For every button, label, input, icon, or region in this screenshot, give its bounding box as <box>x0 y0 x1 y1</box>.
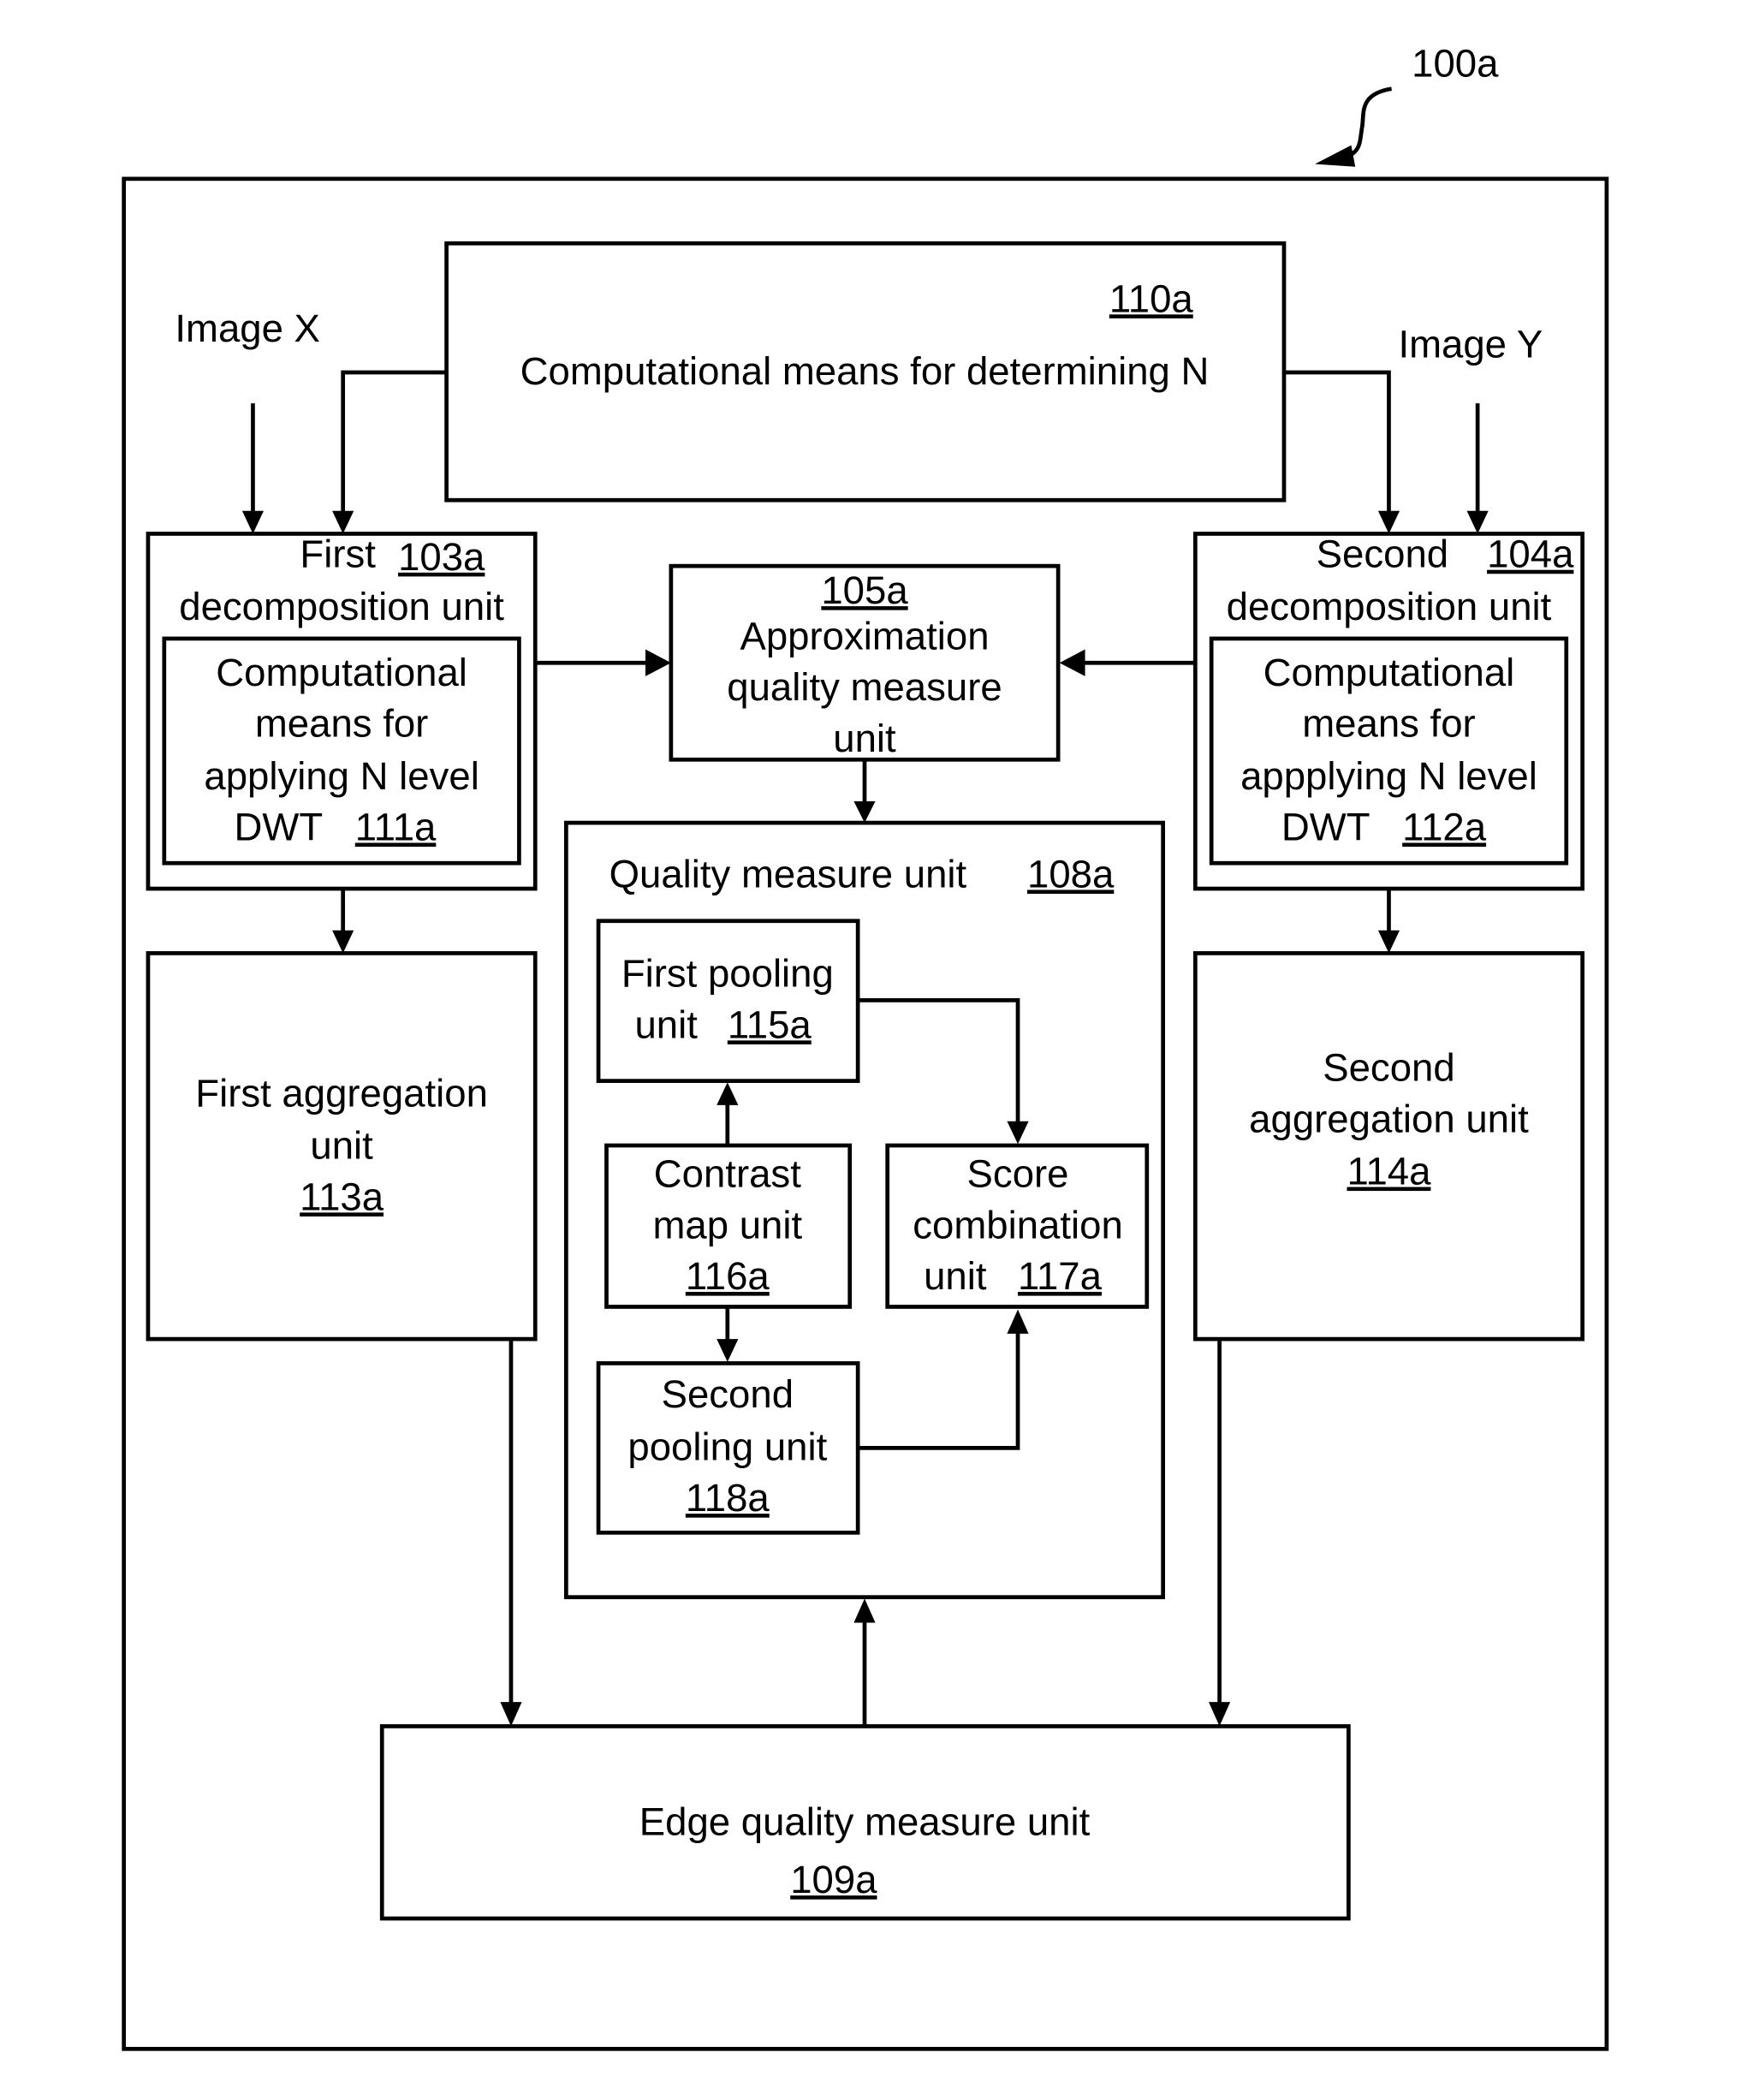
figure-ref-arrowhead <box>1315 145 1356 167</box>
ref-117a: 117a <box>1018 1254 1103 1298</box>
contrast-line2: map unit <box>653 1203 803 1246</box>
image-x-label: Image X <box>175 306 320 350</box>
ref-112a: 112a <box>1402 806 1487 849</box>
first-decomp-line1: First <box>300 532 376 576</box>
block-first-decomposition: First 103a decomposition unit Computatio… <box>146 532 538 891</box>
contrast-line1: Contrast <box>654 1152 801 1196</box>
ref-104a: 104a <box>1487 532 1574 576</box>
first-agg-line1: First aggregation <box>195 1071 488 1115</box>
second-decomp-line1: Second <box>1317 532 1448 576</box>
first-pooling-line1: First pooling <box>621 952 834 996</box>
second-dwt-line4: DWT <box>1281 806 1370 849</box>
block-diagram: 100a 110a Computational means for determ… <box>122 42 1609 2051</box>
first-dwt-line1: Computational <box>216 651 467 694</box>
quality-measure-label: Quality measure unit <box>609 852 967 895</box>
first-dwt-line4: DWT <box>234 806 323 849</box>
approx-line3: unit <box>833 717 896 760</box>
second-dwt-line2: means for <box>1302 702 1475 746</box>
image-y-label: Image Y <box>1398 323 1543 366</box>
ref-118a: 118a <box>686 1476 770 1520</box>
second-agg-line1: Second <box>1323 1046 1454 1090</box>
ref-113a: 113a <box>300 1175 384 1218</box>
first-dwt-line2: means for <box>255 702 428 746</box>
block-edge-quality: Edge quality measure unit 109a <box>379 1724 1351 1921</box>
ref-105a: 105a <box>821 568 908 612</box>
block-first-aggregation: First aggregation unit 113a <box>146 951 538 1342</box>
first-pooling-line2: unit <box>634 1002 698 1046</box>
second-pooling-line1: Second <box>662 1372 794 1416</box>
ref-110a: 110a <box>1109 277 1194 320</box>
block-determine-n: 110a Computational means for determining… <box>444 241 1287 503</box>
ref-109a: 109a <box>790 1858 877 1901</box>
edge-quality-label: Edge quality measure unit <box>639 1800 1091 1844</box>
label-determine-n: Computational means for determining N <box>520 349 1210 393</box>
first-decomp-line2: decomposition unit <box>179 585 504 628</box>
ref-103a: 103a <box>398 535 485 579</box>
block-second-decomposition: Second 104a decomposition unit Computati… <box>1192 532 1584 891</box>
score-line2: combination <box>913 1203 1123 1246</box>
second-dwt-line3: appplying N level <box>1240 754 1537 798</box>
second-pooling-line2: pooling unit <box>627 1425 827 1468</box>
block-quality-measure: Quality measure unit 108a First pooling … <box>564 820 1165 1600</box>
ref-108a: 108a <box>1027 852 1115 895</box>
second-dwt-line1: Computational <box>1263 651 1515 694</box>
score-line3: unit <box>924 1254 987 1298</box>
approx-line1: Approximation <box>740 615 989 658</box>
ref-116a: 116a <box>686 1254 770 1298</box>
first-dwt-line3: applying N level <box>204 754 479 798</box>
block-second-aggregation: Second aggregation unit 114a <box>1192 951 1584 1342</box>
block-approximation-quality: 105a Approximation quality measure unit <box>669 563 1061 762</box>
second-decomp-line2: decomposition unit <box>1227 585 1552 628</box>
ref-111a: 111a <box>355 806 437 849</box>
first-agg-line2: unit <box>310 1124 373 1168</box>
figure-ref-label: 100a <box>1412 42 1499 86</box>
ref-114a: 114a <box>1347 1150 1432 1193</box>
ref-115a: 115a <box>728 1002 812 1046</box>
second-agg-line2: aggregation unit <box>1249 1097 1529 1140</box>
score-line1: Score <box>967 1152 1069 1196</box>
approx-line2: quality measure <box>727 665 1002 709</box>
